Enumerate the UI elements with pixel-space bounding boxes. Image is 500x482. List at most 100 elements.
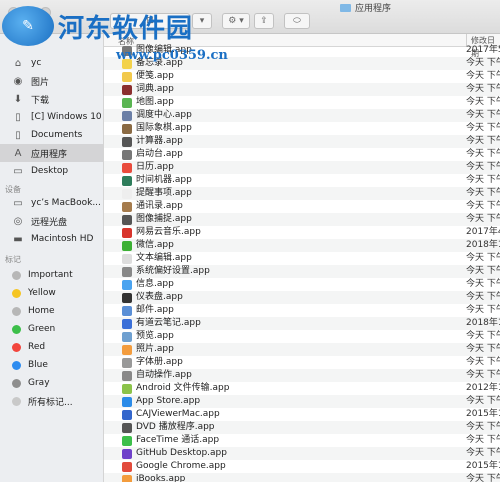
- table-row[interactable]: GitHub Desktop.app今天 下午: [104, 447, 500, 460]
- table-row[interactable]: 图像捕捉.app今天 下午: [104, 213, 500, 226]
- disc-icon: ◎: [13, 215, 23, 227]
- app-icon: [122, 98, 132, 108]
- table-row[interactable]: 系统偏好设置.app今天 下午: [104, 265, 500, 278]
- sidebar-item-applications[interactable]: A 应用程序: [0, 144, 103, 162]
- file-name: 预览.app: [136, 331, 174, 341]
- app-icon: [122, 449, 132, 459]
- table-row[interactable]: 计算器.app今天 下午: [104, 135, 500, 148]
- app-icon: [122, 163, 132, 173]
- table-row[interactable]: 时间机器.app今天 下午: [104, 174, 500, 187]
- app-icon: [122, 267, 132, 277]
- view-options-dropdown[interactable]: ▾: [192, 13, 212, 29]
- file-name: GitHub Desktop.app: [136, 448, 227, 458]
- app-icon: [122, 371, 132, 381]
- file-name: 日历.app: [136, 162, 174, 172]
- sidebar-item-remote-disc[interactable]: ◎ 远程光盘: [0, 212, 103, 230]
- download-icon: ⬇: [13, 93, 23, 105]
- sidebar-tag-blue[interactable]: Blue: [0, 356, 103, 374]
- file-name: 字体册.app: [136, 357, 183, 367]
- table-row[interactable]: 文本编辑.app今天 下午: [104, 252, 500, 265]
- table-row[interactable]: 调度中心.app今天 下午: [104, 109, 500, 122]
- sidebar-item-macbook[interactable]: ▭ yc’s MacBook...: [0, 194, 103, 212]
- table-row[interactable]: 词典.app今天 下午: [104, 83, 500, 96]
- scrollbar[interactable]: [495, 48, 500, 482]
- sidebar-tag-red[interactable]: Red: [0, 338, 103, 356]
- sidebar-tag-home[interactable]: Home: [0, 302, 103, 320]
- sidebar-item-desktop[interactable]: ▭ Desktop: [0, 162, 103, 180]
- table-row[interactable]: 照片.app今天 下午: [104, 343, 500, 356]
- file-name: 自动操作.app: [136, 370, 192, 380]
- file-name: 调度中心.app: [136, 110, 192, 120]
- file-list: 名称 修改日期 图像编辑.app2017年5备忘录.app今天 下午便笺.app…: [104, 34, 500, 482]
- app-icon: [122, 436, 132, 446]
- table-row[interactable]: 启动台.app今天 下午: [104, 148, 500, 161]
- sidebar-item-macintosh-hd[interactable]: ▬ Macintosh HD: [0, 230, 103, 248]
- file-name: DVD 播放程序.app: [136, 422, 215, 432]
- sidebar: ⌂ yc ◉ 图片 ⬇ 下载 ▯ [C] Windows 10 ▯ Docume…: [0, 34, 104, 482]
- app-icon: [122, 228, 132, 238]
- table-row[interactable]: 仪表盘.app今天 下午: [104, 291, 500, 304]
- table-row[interactable]: 预览.app今天 下午: [104, 330, 500, 343]
- file-name: iBooks.app: [136, 474, 186, 482]
- camera-icon: ◉: [13, 75, 23, 87]
- table-row[interactable]: 地图.app今天 下午: [104, 96, 500, 109]
- file-name: 信息.app: [136, 279, 174, 289]
- file-name: 网易云音乐.app: [136, 227, 201, 237]
- table-row[interactable]: App Store.app今天 下午: [104, 395, 500, 408]
- sidebar-tag-green[interactable]: Green: [0, 320, 103, 338]
- table-row[interactable]: FaceTime 通话.app今天 下午: [104, 434, 500, 447]
- tag-dot-icon: [12, 270, 21, 280]
- file-name: App Store.app: [136, 396, 201, 406]
- app-icon: [122, 72, 132, 82]
- table-row[interactable]: 信息.app今天 下午: [104, 278, 500, 291]
- sidebar-item-home[interactable]: ⌂ yc: [0, 54, 103, 72]
- tags-heading: 标记: [5, 255, 21, 264]
- table-row[interactable]: 自动操作.app今天 下午: [104, 369, 500, 382]
- app-icon: [122, 111, 132, 121]
- table-row[interactable]: Google Chrome.app2015年11: [104, 460, 500, 473]
- sidebar-item-downloads[interactable]: ⬇ 下载: [0, 90, 103, 108]
- file-name: 仪表盘.app: [136, 292, 183, 302]
- table-row[interactable]: 日历.app今天 下午: [104, 161, 500, 174]
- sidebar-tag-gray[interactable]: Gray: [0, 374, 103, 392]
- table-row[interactable]: 通讯录.app今天 下午: [104, 200, 500, 213]
- watermark-url: www.pc0359.cn: [116, 48, 228, 63]
- file-name: 国际象棋.app: [136, 123, 192, 133]
- desktop-icon: ▭: [13, 165, 23, 177]
- table-row[interactable]: Android 文件传输.app2012年10: [104, 382, 500, 395]
- table-row[interactable]: iBooks.app今天 下午: [104, 473, 500, 482]
- app-icon: [122, 202, 132, 212]
- table-row[interactable]: CAJViewerMac.app2015年11: [104, 408, 500, 421]
- sidebar-item-pictures[interactable]: ◉ 图片: [0, 72, 103, 90]
- document-icon: ▯: [15, 129, 21, 141]
- table-row[interactable]: 有道云笔记.app 2018年1: [104, 317, 500, 330]
- file-name: FaceTime 通话.app: [136, 435, 220, 445]
- table-row[interactable]: 国际象棋.app今天 下午: [104, 122, 500, 135]
- sidebar-tag-yellow[interactable]: Yellow: [0, 284, 103, 302]
- sidebar-item-documents[interactable]: ▯ Documents: [0, 126, 103, 144]
- table-row[interactable]: 邮件.app今天 下午: [104, 304, 500, 317]
- sidebar-tag-all[interactable]: 所有标记...: [0, 392, 103, 410]
- tag-button[interactable]: ⬭: [284, 13, 310, 29]
- table-row[interactable]: 网易云音乐.app 2017年4: [104, 226, 500, 239]
- app-icon: [122, 384, 132, 394]
- action-gear-button[interactable]: ⚙ ▾: [222, 13, 250, 29]
- home-icon: ⌂: [14, 57, 22, 69]
- table-row[interactable]: DVD 播放程序.app今天 下午: [104, 421, 500, 434]
- share-button[interactable]: ⇪: [254, 13, 274, 29]
- app-icon: [122, 137, 132, 147]
- folder-icon: [340, 3, 351, 12]
- app-icon: [122, 410, 132, 420]
- document-icon: ▯: [15, 111, 21, 123]
- sidebar-item-windows10[interactable]: ▯ [C] Windows 10: [0, 108, 103, 126]
- tag-dot-icon: [12, 288, 21, 298]
- table-row[interactable]: 微信.app 2018年1: [104, 239, 500, 252]
- watermark-emblem-icon: ✎: [2, 6, 54, 46]
- table-row[interactable]: 提醒事项.app今天 下午: [104, 187, 500, 200]
- file-name: 便笺.app: [136, 71, 174, 81]
- app-icon: [122, 462, 132, 472]
- sidebar-tag-important[interactable]: Important: [0, 266, 103, 284]
- table-row[interactable]: 便笺.app今天 下午: [104, 70, 500, 83]
- tag-dot-icon: [12, 396, 21, 406]
- table-row[interactable]: 字体册.app今天 下午: [104, 356, 500, 369]
